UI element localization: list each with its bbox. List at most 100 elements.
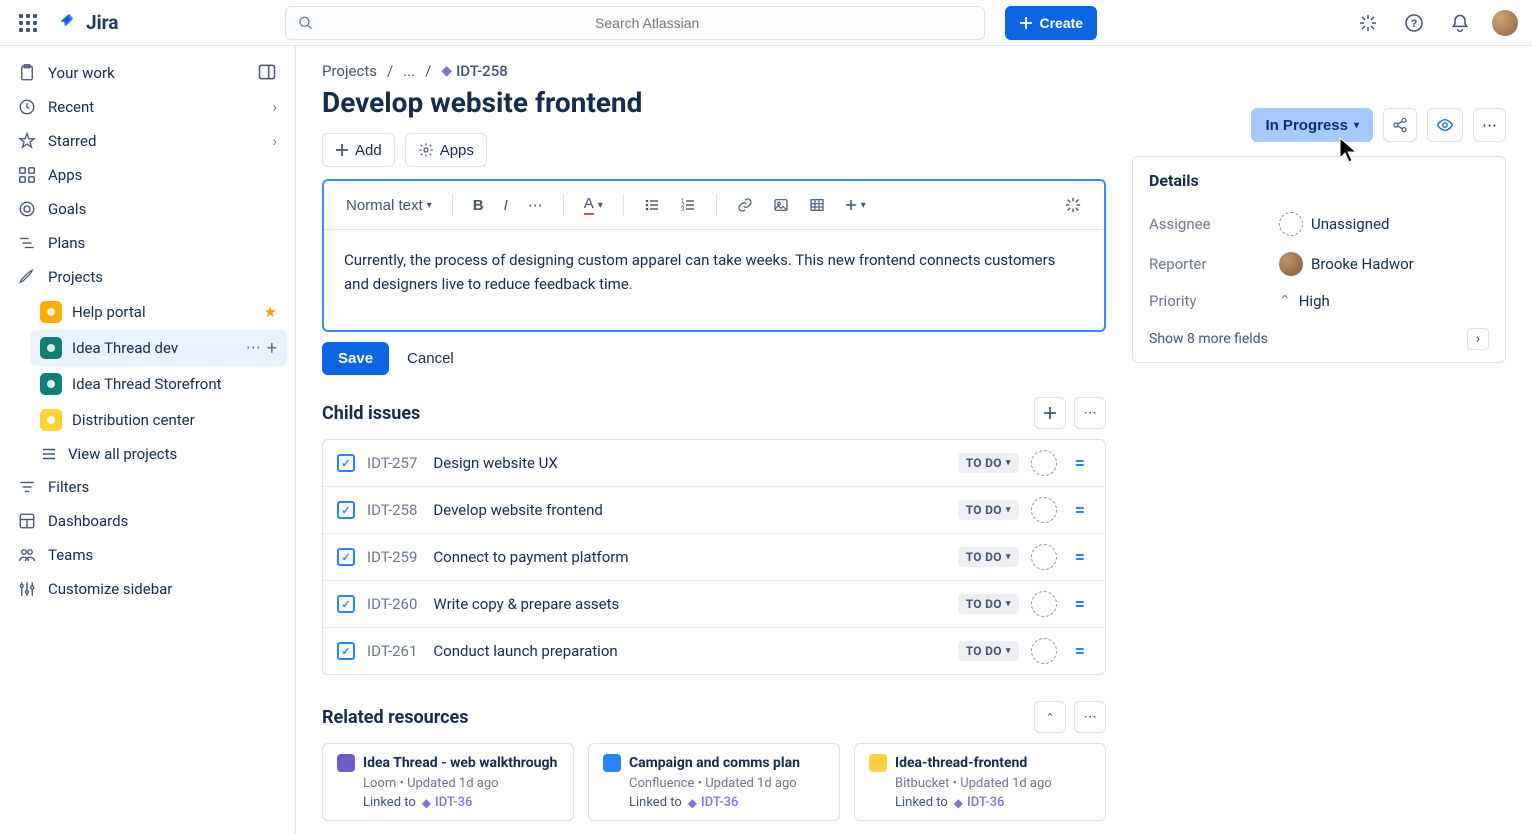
- child-assignee-icon[interactable]: [1031, 497, 1057, 523]
- breadcrumb-issue-key[interactable]: ◆IDT-258: [441, 62, 507, 80]
- breadcrumb-projects[interactable]: Projects: [322, 62, 377, 80]
- child-issues-more-button[interactable]: ⋯: [1074, 397, 1106, 429]
- child-issue-row[interactable]: IDT-258 Develop website frontend TO DO ▾…: [323, 487, 1105, 534]
- numbered-list-button[interactable]: 123: [672, 191, 704, 219]
- search-input[interactable]: [322, 15, 973, 31]
- show-more-fields[interactable]: Show 8 more fields ›: [1149, 318, 1489, 356]
- project-add-icon[interactable]: +: [267, 338, 277, 359]
- issue-title[interactable]: Develop website frontend: [322, 86, 1106, 119]
- link-button[interactable]: [729, 191, 761, 219]
- child-status-dropdown[interactable]: TO DO ▾: [958, 453, 1019, 473]
- child-assignee-icon[interactable]: [1031, 544, 1057, 570]
- resource-icon: [603, 754, 621, 772]
- sidebar-project-item[interactable]: Idea Thread dev⋯+: [30, 330, 287, 366]
- add-child-issue-button[interactable]: [1034, 397, 1066, 429]
- sidebar-project-item[interactable]: Idea Thread Storefront: [30, 366, 287, 402]
- chevron-right-icon: ›: [272, 98, 277, 116]
- notifications-icon[interactable]: [1446, 9, 1474, 37]
- watch-button[interactable]: [1427, 108, 1463, 142]
- related-resources-heading: Related resources: [322, 707, 468, 728]
- insert-button[interactable]: ▾: [837, 193, 874, 217]
- sidebar-item-goals[interactable]: Goals: [8, 192, 287, 226]
- more-actions-button[interactable]: ⋯: [1473, 108, 1506, 142]
- sidebar-item-teams[interactable]: Teams: [8, 538, 287, 572]
- help-icon[interactable]: ?: [1400, 9, 1428, 37]
- projects-list: Help portal★Idea Thread dev⋯+Idea Thread…: [8, 294, 287, 438]
- create-button[interactable]: Create: [1005, 6, 1097, 40]
- plans-icon: [18, 234, 36, 252]
- child-status-dropdown[interactable]: TO DO ▾: [958, 594, 1019, 614]
- sidebar-view-all-projects[interactable]: View all projects: [30, 438, 287, 470]
- priority-high-icon: ⌃: [1279, 293, 1291, 309]
- task-icon: [337, 454, 355, 472]
- child-priority-icon[interactable]: =: [1069, 453, 1091, 474]
- status-dropdown[interactable]: In Progress ▾: [1251, 108, 1373, 142]
- child-issue-row[interactable]: IDT-261 Conduct launch preparation TO DO…: [323, 628, 1105, 674]
- sidebar-item-projects[interactable]: Projects: [8, 260, 287, 294]
- sidebar-project-item[interactable]: Help portal★: [30, 294, 287, 330]
- resource-card[interactable]: Idea Thread - web walkthrough Loom • Upd…: [322, 743, 574, 821]
- resource-title: Idea Thread - web walkthrough: [363, 755, 557, 771]
- child-issue-row[interactable]: IDT-260 Write copy & prepare assets TO D…: [323, 581, 1105, 628]
- topbar: Jira Create ?: [0, 0, 1532, 46]
- child-assignee-icon[interactable]: [1031, 638, 1057, 664]
- sidebar-project-item[interactable]: Distribution center: [30, 402, 287, 438]
- main-content: Projects / ... / ◆IDT-258 Develop websit…: [322, 62, 1106, 818]
- project-name: Distribution center: [72, 411, 195, 429]
- sidebar-item-customize[interactable]: Customize sidebar: [8, 572, 287, 606]
- sidebar-item-apps[interactable]: Apps: [8, 158, 287, 192]
- chevron-right-icon: ›: [272, 132, 277, 150]
- child-assignee-icon[interactable]: [1031, 450, 1057, 476]
- bullet-list-button[interactable]: [636, 191, 668, 219]
- search-bar[interactable]: [285, 6, 985, 40]
- child-status-dropdown[interactable]: TO DO ▾: [958, 547, 1019, 567]
- sidebar-item-starred[interactable]: Starred ›: [8, 124, 287, 158]
- ai-button[interactable]: [1056, 190, 1090, 220]
- child-priority-icon[interactable]: =: [1069, 594, 1091, 615]
- child-issue-key: IDT-259: [367, 548, 417, 566]
- more-formatting-button[interactable]: ⋯: [520, 190, 551, 220]
- share-button[interactable]: [1383, 108, 1417, 142]
- child-priority-icon[interactable]: =: [1069, 547, 1091, 568]
- sidebar-item-your-work[interactable]: Your work: [8, 56, 287, 90]
- bold-button[interactable]: B: [465, 191, 492, 220]
- child-priority-icon[interactable]: =: [1069, 641, 1091, 662]
- sidebar-item-dashboards[interactable]: Dashboards: [8, 504, 287, 538]
- project-more-icon[interactable]: ⋯: [246, 338, 261, 359]
- collapse-resources-button[interactable]: ⌃: [1034, 701, 1066, 733]
- child-status-dropdown[interactable]: TO DO ▾: [958, 500, 1019, 520]
- save-button[interactable]: Save: [322, 342, 389, 375]
- editor-toolbar: Normal text ▾ B I ⋯ A ▾ 123 ▾: [324, 181, 1104, 230]
- sidebar-item-plans[interactable]: Plans: [8, 226, 287, 260]
- table-button[interactable]: [801, 191, 833, 219]
- text-style-dropdown[interactable]: Normal text ▾: [338, 191, 440, 220]
- detail-priority[interactable]: Priority ⌃High: [1149, 284, 1489, 318]
- cancel-button[interactable]: Cancel: [407, 350, 454, 367]
- rovo-icon[interactable]: [1354, 9, 1382, 37]
- add-button[interactable]: Add: [322, 133, 395, 167]
- child-issue-row[interactable]: IDT-259 Connect to payment platform TO D…: [323, 534, 1105, 581]
- child-assignee-icon[interactable]: [1031, 591, 1057, 617]
- breadcrumb-dots[interactable]: ...: [403, 62, 415, 80]
- italic-button[interactable]: I: [496, 191, 516, 220]
- resource-card[interactable]: Campaign and comms plan Confluence • Upd…: [588, 743, 840, 821]
- description-textarea[interactable]: Currently, the process of designing cust…: [324, 230, 1104, 330]
- detail-assignee[interactable]: Assignee Unassigned: [1149, 204, 1489, 244]
- child-issue-summary: Conduct launch preparation: [433, 642, 617, 660]
- resource-card[interactable]: Idea-thread-frontend Bitbucket • Updated…: [854, 743, 1106, 821]
- image-button[interactable]: [765, 191, 797, 219]
- child-priority-icon[interactable]: =: [1069, 500, 1091, 521]
- resources-more-button[interactable]: ⋯: [1074, 701, 1106, 733]
- sidebar-item-recent[interactable]: Recent ›: [8, 90, 287, 124]
- user-avatar[interactable]: [1492, 10, 1518, 36]
- child-status-dropdown[interactable]: TO DO ▾: [958, 641, 1019, 661]
- app-switcher-icon[interactable]: [14, 9, 42, 37]
- jira-logo[interactable]: Jira: [58, 11, 118, 34]
- text-color-button[interactable]: A ▾: [576, 189, 611, 221]
- apps-button[interactable]: Apps: [405, 133, 487, 167]
- detail-reporter[interactable]: Reporter Brooke Hadwor: [1149, 244, 1489, 284]
- sidebar-collapse-icon[interactable]: [253, 58, 281, 86]
- task-icon: [337, 548, 355, 566]
- sidebar-item-filters[interactable]: Filters: [8, 470, 287, 504]
- child-issue-row[interactable]: IDT-257 Design website UX TO DO ▾ =: [323, 440, 1105, 487]
